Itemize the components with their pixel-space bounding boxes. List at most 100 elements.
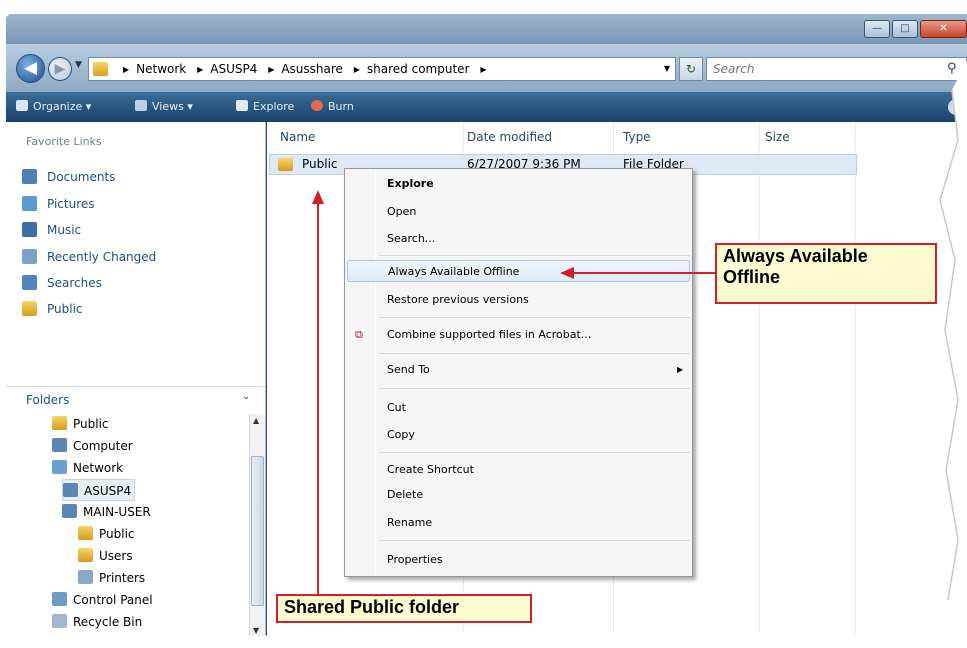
maximize-button[interactable]: □ <box>892 20 918 38</box>
refresh-button[interactable]: ↻ <box>679 57 703 81</box>
burn-label: Burn <box>328 100 354 113</box>
favorite-links-title: Favorite Links <box>26 135 102 148</box>
favorite-link-documents[interactable]: Documents <box>22 166 115 188</box>
tree-item-printers[interactable]: Printers <box>78 567 145 589</box>
breadcrumb-item[interactable]: Asusshare <box>281 62 343 76</box>
folders-scrollbar[interactable]: ▲ ▼ <box>249 414 265 640</box>
menu-item-search[interactable]: Search... <box>347 228 690 250</box>
menu-item-always-available-offline[interactable]: Always Available Offline <box>347 260 690 282</box>
burn-button[interactable]: Burn <box>311 92 354 122</box>
tree-item-main-user[interactable]: MAIN-USER <box>62 501 151 523</box>
forward-button[interactable]: ▶ <box>48 57 72 81</box>
breadcrumb-separator-icon[interactable]: ▶ <box>354 59 360 80</box>
favorite-link-label: Public <box>47 302 83 316</box>
tree-item-asusp4[interactable]: ASUSP4 <box>62 479 136 501</box>
tree-item-network[interactable]: Network <box>52 457 123 479</box>
scrollbar-thumb[interactable] <box>251 456 264 606</box>
folder-icon <box>278 158 293 171</box>
menu-separator <box>379 255 690 256</box>
navigation-pane: Favorite Links Documents Pictures Music … <box>6 122 266 640</box>
menu-item-label: Rename <box>387 516 433 529</box>
scroll-down-arrow-icon[interactable]: ▼ <box>253 626 259 635</box>
folders-header[interactable]: Folders ⌄ <box>6 386 265 410</box>
breadcrumb-separator-icon[interactable]: ▶ <box>268 59 274 80</box>
callout-line: Shared Public folder <box>284 597 460 617</box>
folder-icon <box>93 62 108 76</box>
scroll-up-arrow-icon[interactable]: ▲ <box>253 416 259 425</box>
organize-button[interactable]: Organize ▾ <box>16 92 91 122</box>
tree-item-label: Users <box>99 549 133 563</box>
callout-line: Offline <box>723 267 780 287</box>
computer-icon <box>63 483 78 497</box>
callout-always-available-offline: Always Available Offline <box>715 243 937 304</box>
column-header-date-modified[interactable]: Date modified <box>467 130 552 144</box>
column-header-type[interactable]: Type <box>623 130 651 144</box>
address-bar[interactable]: ▶ Network ▶ ASUSP4 ▶ Asusshare ▶ shared comp… <box>88 57 676 81</box>
menu-item-create-shortcut[interactable]: Create Shortcut <box>347 459 690 481</box>
tree-item-shared-public[interactable]: Public <box>78 523 135 545</box>
column-header-size[interactable]: Size <box>765 130 790 144</box>
folder-icon <box>52 416 67 430</box>
favorite-link-label: Documents <box>47 170 116 184</box>
favorite-link-public[interactable]: Public <box>22 298 83 320</box>
back-button[interactable]: ◀ <box>16 54 45 83</box>
breadcrumb-separator-icon[interactable]: ▶ <box>197 59 203 80</box>
menu-item-cut[interactable]: Cut <box>347 397 690 419</box>
menu-item-rename[interactable]: Rename <box>347 512 690 534</box>
favorite-link-pictures[interactable]: Pictures <box>22 193 95 215</box>
pictures-icon <box>22 196 37 211</box>
documents-icon <box>22 169 37 184</box>
menu-item-explore[interactable]: Explore <box>347 173 690 195</box>
breadcrumb-item[interactable]: shared computer <box>367 62 470 76</box>
music-icon <box>22 222 37 237</box>
tree-item-users[interactable]: Users <box>78 545 133 567</box>
tree-item-label: Recycle Bin <box>73 615 143 629</box>
column-divider <box>855 122 856 640</box>
tree-item-computer[interactable]: Computer <box>52 435 133 457</box>
recent-pages-button[interactable]: ▼ <box>75 60 82 70</box>
tree-item-label: ASUSP4 <box>84 484 132 498</box>
explore-button[interactable]: Explore <box>236 92 294 122</box>
tree-item-recycle-bin[interactable]: Recycle Bin <box>52 611 142 633</box>
menu-item-send-to[interactable]: Send To ▶ <box>347 359 690 381</box>
chevron-down-icon[interactable]: ⌄ <box>242 391 250 402</box>
tree-item-public[interactable]: Public <box>52 413 109 435</box>
title-bar: — □ ✕ <box>6 14 967 44</box>
column-header-name[interactable]: Name <box>280 130 315 144</box>
search-box[interactable]: ⚲ <box>706 57 967 81</box>
search-input[interactable] <box>713 60 933 78</box>
views-button[interactable]: Views ▾ <box>135 92 193 122</box>
menu-item-delete[interactable]: Delete <box>347 484 690 506</box>
breadcrumb-item[interactable]: Network <box>136 62 186 76</box>
menu-item-copy[interactable]: Copy <box>347 424 690 446</box>
close-button[interactable]: ✕ <box>920 20 967 38</box>
tree-item-label: Printers <box>99 571 146 585</box>
menu-item-label: Explore <box>387 177 434 190</box>
minimize-button[interactable]: — <box>864 20 890 38</box>
tree-item-label: Control Panel <box>73 593 153 607</box>
search-icon[interactable]: ⚲ <box>947 61 957 76</box>
menu-item-restore-previous-versions[interactable]: Restore previous versions <box>347 289 690 311</box>
menu-separator <box>379 452 690 453</box>
favorite-link-searches[interactable]: Searches <box>22 272 102 294</box>
tree-item-control-panel[interactable]: Control Panel <box>52 589 153 611</box>
address-dropdown-icon[interactable]: ▼ <box>659 58 675 80</box>
favorite-link-label: Music <box>47 223 82 237</box>
recently-changed-icon <box>22 249 37 264</box>
menu-item-combine-in-acrobat[interactable]: ⧉ Combine supported files in Acrobat... <box>347 324 690 346</box>
menu-item-open[interactable]: Open <box>347 201 690 223</box>
menu-item-label: Search... <box>387 232 436 245</box>
column-divider <box>759 122 760 640</box>
menu-item-properties[interactable]: Properties <box>347 549 690 571</box>
favorite-link-music[interactable]: Music <box>22 219 81 241</box>
favorite-link-label: Pictures <box>47 197 95 211</box>
recycle-bin-icon <box>52 614 67 628</box>
breadcrumb-item[interactable]: ASUSP4 <box>210 62 257 76</box>
help-icon[interactable]: ? <box>948 99 964 115</box>
menu-item-label: Always Available Offline <box>388 265 520 278</box>
breadcrumb: ▶ Network ▶ ASUSP4 ▶ Asusshare ▶ shared comp… <box>116 58 493 80</box>
favorite-link-recently-changed[interactable]: Recently Changed <box>22 246 156 268</box>
breadcrumb-separator-icon[interactable]: ▶ <box>480 59 486 80</box>
menu-item-label: Delete <box>387 488 424 501</box>
folder-icon <box>22 301 37 316</box>
